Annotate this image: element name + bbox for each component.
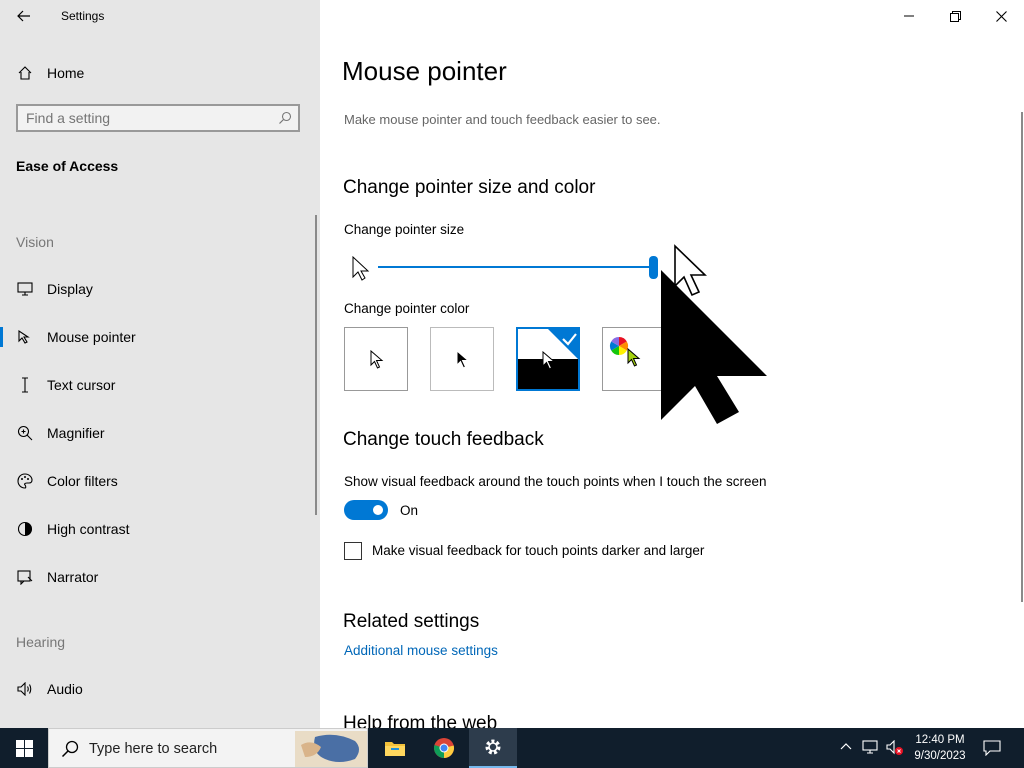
sidebar-item-label: Display <box>47 281 93 297</box>
pointer-color-custom[interactable] <box>602 327 666 391</box>
group-title: Ease of Access <box>16 158 119 174</box>
action-center-icon[interactable] <box>983 740 1001 756</box>
taskbar-chrome[interactable] <box>420 728 468 768</box>
sidebar-item-text-cursor[interactable]: Text cursor <box>0 365 320 405</box>
inverted-pointer-icon <box>542 351 556 370</box>
volume-muted-icon[interactable] <box>886 740 904 756</box>
related-settings-heading: Related settings <box>343 611 480 632</box>
taskbar-settings[interactable] <box>469 728 517 768</box>
slider-thumb[interactable] <box>649 256 658 279</box>
sidebar-item-label: Color filters <box>47 473 118 489</box>
back-button[interactable] <box>10 4 38 28</box>
touch-feedback-toggle[interactable] <box>344 500 388 520</box>
sidebar-item-label: Text cursor <box>47 377 116 393</box>
minimize-icon <box>904 15 914 17</box>
black-pointer-icon <box>456 350 470 369</box>
find-setting-search[interactable] <box>16 104 300 132</box>
sidebar-item-home[interactable]: Home <box>0 53 320 93</box>
page-description: Make mouse pointer and touch feedback ea… <box>344 112 661 127</box>
large-pointer-cursor-icon <box>661 270 767 424</box>
sidebar-item-label: High contrast <box>47 521 130 537</box>
taskbar-file-explorer[interactable] <box>371 728 419 768</box>
darker-feedback-label: Make visual feedback for touch points da… <box>372 543 705 558</box>
pointer-color-black[interactable] <box>430 327 494 391</box>
back-arrow-icon <box>17 10 30 22</box>
settings-icon <box>485 739 501 755</box>
taskbar-search-box[interactable]: Type here to search <box>48 728 368 768</box>
restore-icon <box>949 10 961 22</box>
taskbar-search-placeholder: Type here to search <box>89 741 218 757</box>
clock[interactable]: 12:40 PM 9/30/2023 <box>910 732 970 764</box>
home-icon <box>16 64 34 82</box>
high-contrast-icon <box>16 520 34 538</box>
sidebar-item-audio[interactable]: Audio <box>0 669 320 709</box>
file-explorer-icon <box>385 742 405 756</box>
title-bar-left: Settings <box>0 0 320 32</box>
main-content: Mouse pointer Make mouse pointer and tou… <box>320 0 1024 728</box>
pointer-color-inverted[interactable] <box>516 327 580 391</box>
search-icon <box>61 740 79 758</box>
mouse-pointer-icon <box>16 328 34 346</box>
pointer-color-label: Change pointer color <box>344 301 470 316</box>
restore-button[interactable] <box>932 0 978 32</box>
close-icon <box>995 10 1007 22</box>
sidebar-item-color-filters[interactable]: Color filters <box>0 461 320 501</box>
small-pointer-icon <box>352 256 370 281</box>
toggle-state-label: On <box>400 503 419 518</box>
touch-feedback-heading: Change touch feedback <box>343 429 544 450</box>
clock-time: 12:40 PM <box>915 734 965 746</box>
search-highlight-image <box>295 731 367 767</box>
text-cursor-icon <box>16 376 34 394</box>
vision-heading: Vision <box>16 234 54 250</box>
help-heading: Help from the web <box>343 713 498 728</box>
color-wheel-icon <box>609 337 629 355</box>
chrome-icon <box>434 738 455 758</box>
size-color-heading: Change pointer size and color <box>343 177 596 198</box>
taskbar: Type here to search 12:40 PM 9/30/2023 <box>0 728 1024 768</box>
narrator-icon <box>16 568 34 586</box>
sidebar: Settings Home Ease of Access Vision Disp… <box>0 0 320 728</box>
close-button[interactable] <box>978 0 1024 32</box>
sidebar-item-display[interactable]: Display <box>0 269 320 309</box>
start-button[interactable] <box>0 728 48 768</box>
search-input[interactable] <box>26 109 266 127</box>
main-scrollbar[interactable] <box>1021 112 1023 602</box>
show-hidden-icons-icon[interactable] <box>840 742 852 750</box>
sidebar-item-label: Home <box>47 65 85 81</box>
app-title: Settings <box>61 9 105 23</box>
darker-feedback-checkbox[interactable] <box>344 542 362 560</box>
minimize-button[interactable] <box>886 0 932 32</box>
pointer-size-label: Change pointer size <box>344 222 465 237</box>
touch-feedback-label: Show visual feedback around the touch po… <box>344 474 767 489</box>
toggle-knob <box>373 505 383 515</box>
white-pointer-icon <box>370 350 384 369</box>
sidebar-item-label: Magnifier <box>47 425 105 441</box>
pointer-color-white[interactable] <box>344 327 408 391</box>
audio-icon <box>16 680 34 698</box>
windows-logo-icon <box>15 739 33 757</box>
sidebar-item-label: Mouse pointer <box>47 329 136 345</box>
sidebar-item-magnifier[interactable]: Magnifier <box>0 413 320 453</box>
network-icon[interactable] <box>862 740 878 754</box>
monitor-icon <box>16 280 34 298</box>
sidebar-item-label: Audio <box>47 681 83 697</box>
slider-track[interactable] <box>378 266 656 268</box>
page-title: Mouse pointer <box>342 56 507 86</box>
color-filters-icon <box>16 472 34 490</box>
hearing-heading: Hearing <box>16 634 66 650</box>
sidebar-item-high-contrast[interactable]: High contrast <box>0 509 320 549</box>
search-icon <box>279 111 292 124</box>
sidebar-item-label: Narrator <box>47 569 99 585</box>
magnifier-icon <box>16 424 34 442</box>
custom-pointer-icon <box>627 348 641 367</box>
clock-date: 9/30/2023 <box>914 750 966 762</box>
additional-mouse-settings-link[interactable]: Additional mouse settings <box>344 643 498 658</box>
sidebar-item-narrator[interactable]: Narrator <box>0 557 320 597</box>
sidebar-item-mouse-pointer[interactable]: Mouse pointer <box>0 317 320 357</box>
